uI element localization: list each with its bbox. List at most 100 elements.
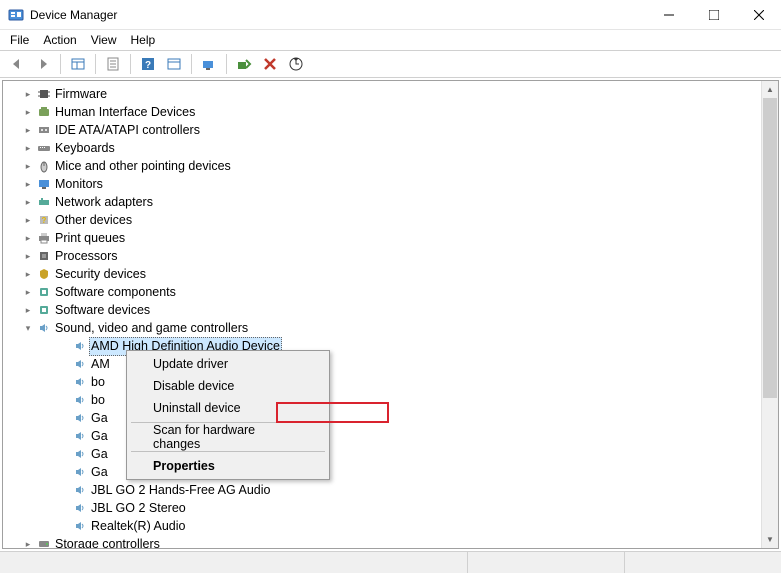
tree-item-label: Print queues xyxy=(53,230,125,247)
tree-item-label: Security devices xyxy=(53,266,146,283)
tree-item-label: Other devices xyxy=(53,212,132,229)
tree-item[interactable]: Ga xyxy=(3,445,778,463)
menubar: File Action View Help xyxy=(0,30,781,50)
expand-chevron-icon[interactable]: ▸ xyxy=(21,248,35,265)
tree-item[interactable]: ▸Storage controllers xyxy=(3,535,778,548)
expand-chevron-icon[interactable]: ▸ xyxy=(21,266,35,283)
tree-item-label: JBL GO 2 Hands-Free AG Audio xyxy=(89,482,271,499)
expand-chevron-icon[interactable]: ▸ xyxy=(21,158,35,175)
menu-help[interactable]: Help xyxy=(131,33,156,47)
tree-item[interactable]: JBL GO 2 Stereo xyxy=(3,499,778,517)
tree-item-label: Firmware xyxy=(53,86,107,103)
vertical-scrollbar[interactable]: ▲ ▼ xyxy=(761,81,778,548)
unknown-icon: ? xyxy=(35,213,53,227)
tree-item[interactable]: Ga xyxy=(3,427,778,445)
sound-icon xyxy=(71,339,89,353)
expand-chevron-icon[interactable]: ▾ xyxy=(21,320,35,337)
device-tree[interactable]: ▸ Firmware ▸ Human Interface Devices ▸ IDE AT… xyxy=(3,81,778,548)
tree-item[interactable]: ▸ IDE ATA/ATAPI controllers xyxy=(3,121,778,139)
scan-hardware-button[interactable] xyxy=(198,53,220,75)
menu-view[interactable]: View xyxy=(91,33,117,47)
mouse-icon xyxy=(35,159,53,173)
cpu-icon xyxy=(35,249,53,263)
tree-item[interactable]: Realtek(R) Audio xyxy=(3,517,778,535)
minimize-button[interactable] xyxy=(646,0,691,30)
tree-item[interactable]: ▸ Keyboards xyxy=(3,139,778,157)
help-button[interactable]: ? xyxy=(137,53,159,75)
tree-item[interactable]: ▸ Security devices xyxy=(3,265,778,283)
chip-icon xyxy=(35,87,53,101)
expand-chevron-icon[interactable]: ▸ xyxy=(21,284,35,301)
expand-chevron-icon[interactable]: ▸ xyxy=(21,140,35,157)
ctx-disable-device[interactable]: Disable device xyxy=(129,375,327,397)
tree-item[interactable]: ▸ Firmware xyxy=(3,85,778,103)
device-tree-container: ▸ Firmware ▸ Human Interface Devices ▸ IDE AT… xyxy=(2,80,779,549)
expand-chevron-icon[interactable]: ▸ xyxy=(21,536,35,549)
status-cell-2 xyxy=(468,552,625,573)
action-center-button[interactable] xyxy=(163,53,185,75)
update-driver-button[interactable] xyxy=(285,53,307,75)
component-icon xyxy=(35,303,53,317)
tree-item-label: bo xyxy=(89,374,105,391)
ide-icon xyxy=(35,123,53,137)
tree-item[interactable]: AMD High Definition Audio Device xyxy=(3,337,778,355)
tree-item[interactable]: ▸Network adapters xyxy=(3,193,778,211)
network-icon xyxy=(35,195,53,209)
uninstall-device-button[interactable] xyxy=(259,53,281,75)
scroll-down-button[interactable]: ▼ xyxy=(762,531,778,548)
tree-item-label: Ga xyxy=(89,446,108,463)
ctx-uninstall-device[interactable]: Uninstall device xyxy=(129,397,327,419)
hid-icon xyxy=(35,105,53,119)
ctx-properties[interactable]: Properties xyxy=(129,455,327,477)
tree-item[interactable]: ▸Software components xyxy=(3,283,778,301)
svg-text:?: ? xyxy=(145,60,151,71)
tree-item[interactable]: Ga xyxy=(3,463,778,481)
expand-chevron-icon[interactable]: ▸ xyxy=(21,212,35,229)
ctx-update-driver[interactable]: Update driver xyxy=(129,353,327,375)
expand-chevron-icon[interactable]: ▸ xyxy=(21,122,35,139)
tree-item[interactable]: ▸ Human Interface Devices xyxy=(3,103,778,121)
tree-item[interactable]: ▸ Print queues xyxy=(3,229,778,247)
tree-item[interactable]: ▸Monitors xyxy=(3,175,778,193)
tree-item-label: Realtek(R) Audio xyxy=(89,518,186,535)
expand-chevron-icon[interactable]: ▸ xyxy=(21,176,35,193)
maximize-button[interactable] xyxy=(691,0,736,30)
expand-chevron-icon[interactable]: ▸ xyxy=(21,194,35,211)
tree-item[interactable]: JBL GO 2 Hands-Free AG Audio xyxy=(3,481,778,499)
back-button[interactable] xyxy=(6,53,28,75)
tree-item[interactable]: ▸Software devices xyxy=(3,301,778,319)
tree-item-label: Keyboards xyxy=(53,140,115,157)
tree-item[interactable]: bo xyxy=(3,391,778,409)
tree-item[interactable]: Ga xyxy=(3,409,778,427)
close-button[interactable] xyxy=(736,0,781,30)
tree-item-label: Human Interface Devices xyxy=(53,104,195,121)
expand-chevron-icon[interactable]: ▸ xyxy=(21,302,35,319)
menu-action[interactable]: Action xyxy=(43,33,76,47)
scroll-thumb[interactable] xyxy=(763,98,777,398)
menu-file[interactable]: File xyxy=(10,33,29,47)
tree-item[interactable]: ▸?Other devices xyxy=(3,211,778,229)
sound-icon xyxy=(71,447,89,461)
expand-chevron-icon[interactable]: ▸ xyxy=(21,230,35,247)
tree-item[interactable]: bo xyxy=(3,373,778,391)
expand-chevron-icon[interactable]: ▸ xyxy=(21,104,35,121)
tree-item-label: Sound, video and game controllers xyxy=(53,320,248,337)
window-title: Device Manager xyxy=(30,8,117,22)
enable-device-button[interactable] xyxy=(233,53,255,75)
sound-icon xyxy=(71,483,89,497)
tree-item[interactable]: ▾ Sound, video and game controllers xyxy=(3,319,778,337)
forward-button[interactable] xyxy=(32,53,54,75)
scroll-up-button[interactable]: ▲ xyxy=(762,81,778,98)
status-cell-3 xyxy=(625,552,781,573)
ctx-scan-hardware[interactable]: Scan for hardware changes xyxy=(129,426,327,448)
show-hide-console-button[interactable] xyxy=(67,53,89,75)
sound-icon xyxy=(35,321,53,335)
tree-item-label: Processors xyxy=(53,248,118,265)
tree-item[interactable]: AM xyxy=(3,355,778,373)
properties-button[interactable] xyxy=(102,53,124,75)
tree-item[interactable]: ▸Mice and other pointing devices xyxy=(3,157,778,175)
tree-item[interactable]: ▸ Processors xyxy=(3,247,778,265)
tree-item-label: IDE ATA/ATAPI controllers xyxy=(53,122,200,139)
sound-icon xyxy=(71,429,89,443)
expand-chevron-icon[interactable]: ▸ xyxy=(21,86,35,103)
